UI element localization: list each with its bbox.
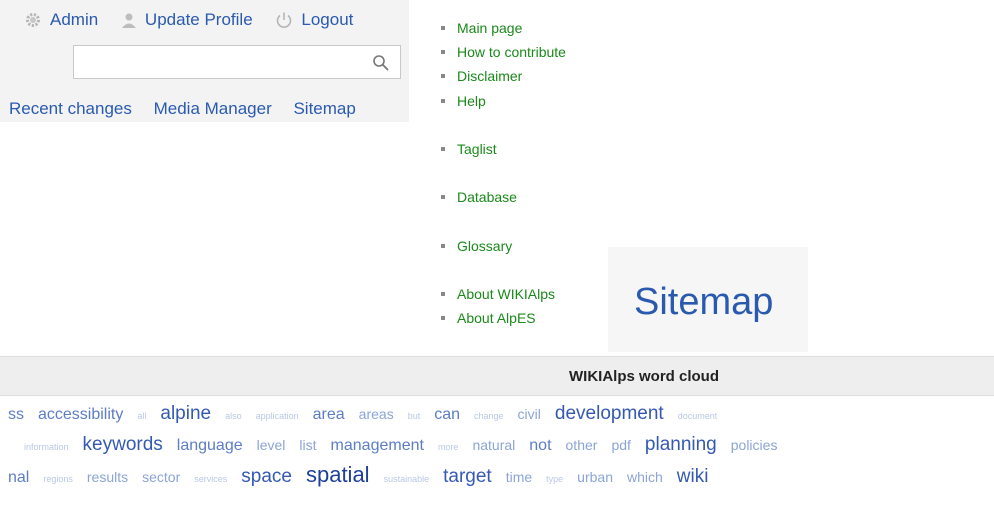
page-title-box: Sitemap <box>608 247 808 352</box>
word-cloud-tag[interactable]: target <box>443 465 492 489</box>
bullet-icon <box>441 316 445 321</box>
nav-item-how-to-contribute[interactable]: How to contribute <box>441 44 566 60</box>
nav-label: Glossary <box>457 238 513 254</box>
update-profile-link[interactable]: Update Profile <box>121 10 253 30</box>
nav-label: About WIKIAlps <box>457 286 556 302</box>
word-cloud-tag[interactable]: accessibility <box>38 403 123 427</box>
nav-label: About AlpES <box>457 310 536 326</box>
word-cloud-tag[interactable]: area <box>313 403 345 427</box>
word-cloud-tag[interactable]: information <box>24 435 69 459</box>
word-cloud-tag[interactable]: services <box>194 467 227 490</box>
nav-item-about-wikialps[interactable]: About WIKIAlps <box>441 286 555 302</box>
word-cloud-tag[interactable]: results <box>87 465 128 489</box>
word-cloud-tag[interactable]: management <box>331 434 424 458</box>
word-cloud-tag[interactable]: time <box>506 465 532 489</box>
word-cloud-tag[interactable]: language <box>177 434 243 458</box>
word-cloud-tag[interactable]: sustainable <box>384 467 430 490</box>
user-bar: Admin Update Profile Logout <box>24 10 371 34</box>
bullet-icon <box>441 147 445 152</box>
update-profile-label: Update Profile <box>144 10 253 29</box>
word-cloud-tag[interactable]: pdf <box>611 433 630 457</box>
word-cloud-tag[interactable]: natural <box>472 433 515 457</box>
nav-item-disclaimer[interactable]: Disclaimer <box>441 68 522 84</box>
bullet-icon <box>441 50 445 55</box>
word-cloud: ss accessibility all alpine also application a… <box>0 400 994 490</box>
word-cloud-tag[interactable]: list <box>299 433 316 457</box>
word-cloud-title: WIKIAlps word cloud <box>569 368 719 385</box>
word-cloud-tag[interactable]: level <box>257 433 286 457</box>
word-cloud-tag[interactable]: not <box>529 434 551 458</box>
word-cloud-tag[interactable]: development <box>555 402 664 426</box>
page-title: Sitemap <box>634 281 774 323</box>
word-cloud-tag[interactable]: areas <box>359 402 394 426</box>
word-cloud-tag[interactable]: but <box>408 404 421 428</box>
word-cloud-tag[interactable]: can <box>434 403 460 427</box>
admin-label: Admin <box>50 10 99 29</box>
user-panel: Admin Update Profile Logout Recent chang… <box>0 0 409 122</box>
word-cloud-tag[interactable]: keywords <box>83 433 163 457</box>
word-cloud-tag[interactable]: alpine <box>160 402 211 426</box>
power-icon <box>277 12 292 28</box>
nav-item-main-page[interactable]: Main page <box>441 20 522 36</box>
word-cloud-tag[interactable]: document <box>678 404 718 428</box>
bullet-icon <box>441 292 445 297</box>
word-cloud-tag[interactable]: which <box>627 465 663 489</box>
bullet-icon <box>441 99 445 104</box>
nav-item-about-alpes[interactable]: About AlpES <box>441 310 536 326</box>
nav-label: Help <box>457 93 486 109</box>
word-cloud-tag[interactable]: change <box>474 404 504 428</box>
word-cloud-tag[interactable]: sector <box>142 465 180 489</box>
word-cloud-tag[interactable]: urban <box>577 465 613 489</box>
nav-label: How to contribute <box>457 44 566 60</box>
word-cloud-tag[interactable]: regions <box>43 467 73 490</box>
bullet-icon <box>441 74 445 79</box>
word-cloud-tag[interactable]: wiki <box>677 465 709 489</box>
word-cloud-tag[interactable]: type <box>546 467 563 490</box>
bullet-icon <box>441 195 445 200</box>
word-cloud-row: ss accessibility all alpine also application a… <box>8 402 731 428</box>
nav-item-database[interactable]: Database <box>441 189 517 205</box>
admin-link[interactable]: Admin <box>24 10 98 30</box>
gear-icon <box>26 13 40 27</box>
nav-item-glossary[interactable]: Glossary <box>441 238 512 254</box>
page-toolbar: Recent changes Media Manager Sitemap <box>9 99 373 119</box>
word-cloud-tag[interactable]: spatial <box>306 463 370 487</box>
word-cloud-tag[interactable]: application <box>256 404 299 428</box>
nav-label: Main page <box>457 20 523 36</box>
word-cloud-row: information keywords language level list mana… <box>24 433 791 459</box>
bullet-icon <box>441 244 445 249</box>
word-cloud-tag[interactable]: planning <box>645 433 717 457</box>
nav-label: Taglist <box>457 141 497 157</box>
nav-item-taglist[interactable]: Taglist <box>441 141 497 157</box>
word-cloud-header: WIKIAlps word cloud <box>0 356 994 396</box>
word-cloud-tag[interactable]: policies <box>731 433 778 457</box>
bullet-icon <box>441 26 445 31</box>
search-icon[interactable] <box>372 54 390 72</box>
nav-label: Database <box>457 189 517 205</box>
word-cloud-row: nal regions results sector services space spat… <box>8 463 722 490</box>
user-icon <box>121 13 136 28</box>
word-cloud-tag[interactable]: nal <box>8 466 29 490</box>
logout-label: Logout <box>301 10 354 29</box>
logout-link[interactable]: Logout <box>275 10 353 30</box>
word-cloud-tag[interactable]: also <box>225 404 242 428</box>
nav-label: Disclaimer <box>457 68 523 84</box>
word-cloud-tag[interactable]: more <box>438 435 459 459</box>
recent-changes-link[interactable]: Recent changes <box>9 99 132 118</box>
word-cloud-tag[interactable]: civil <box>518 402 541 426</box>
word-cloud-tag[interactable]: ss <box>8 403 24 427</box>
word-cloud-tag[interactable]: other <box>566 433 598 457</box>
word-cloud-tag[interactable]: space <box>241 465 292 489</box>
media-manager-link[interactable]: Media Manager <box>154 99 272 118</box>
search-box[interactable] <box>73 45 401 79</box>
word-cloud-tag[interactable]: all <box>137 404 146 428</box>
nav-item-help[interactable]: Help <box>441 93 486 109</box>
sitemap-link[interactable]: Sitemap <box>293 99 355 118</box>
